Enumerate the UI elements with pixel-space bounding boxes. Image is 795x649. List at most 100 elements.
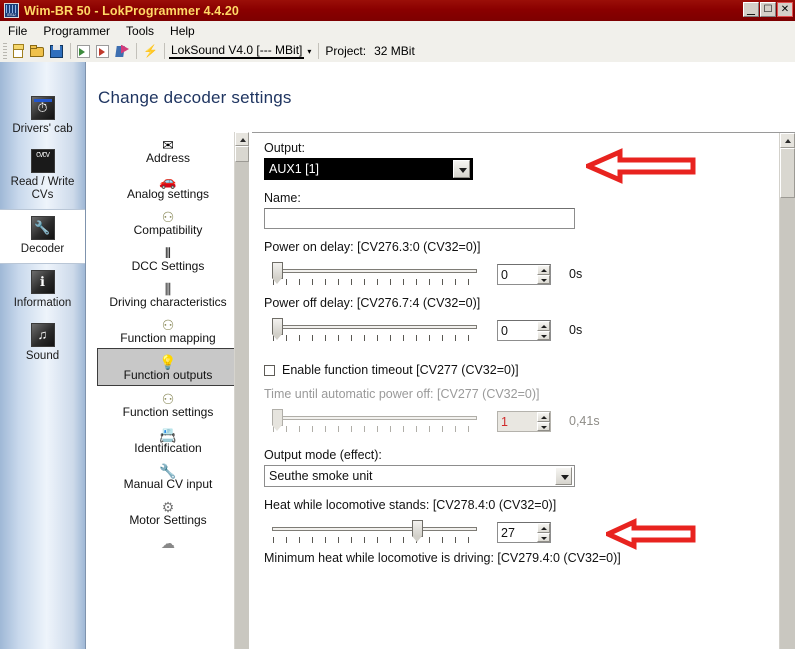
category-scrollbar[interactable] [234,132,249,649]
power-off-delay-spinner[interactable]: 0 [497,320,551,341]
chevron-down-icon[interactable] [555,467,572,485]
open-folder-icon[interactable] [29,43,46,60]
output-mode-combo[interactable]: Seuthe smoke unit [264,465,575,487]
settings-form-panel: Output: AUX1 [1] Name: Power on delay: [… [252,132,795,649]
spinner-down-icon[interactable] [537,330,550,340]
form-scrollbar[interactable] [779,133,795,649]
envelope-glyph: ✉ [162,137,174,153]
category-item-function-mapping[interactable]: ⚇ Function mapping [97,312,239,348]
output-mode-value: Seuthe smoke unit [269,469,373,483]
menu-file[interactable]: File [0,22,35,40]
menu-help[interactable]: Help [162,22,203,40]
minimize-button[interactable]: _ [743,0,759,17]
download-sound-icon[interactable] [114,43,131,60]
category-item-function-settings[interactable]: ⚇ Function settings [97,386,239,422]
sidebar-item-label: Read / Write CVs [10,176,75,201]
form-scroll-track[interactable] [780,198,795,649]
scroll-up-icon[interactable] [780,133,795,148]
spinner-up-icon[interactable] [537,523,550,533]
close-button[interactable]: ✕ [777,2,793,17]
output-label: Output: [264,141,305,155]
spinner-up-icon[interactable] [537,265,550,275]
slider-ticks [273,335,476,341]
decoder-type-label[interactable]: LokSound V4.0 [--- MBit] [169,43,305,59]
sidebar-item-sound[interactable]: ♫ Sound [0,317,85,370]
spinner-down-icon[interactable] [537,532,550,542]
form-scroll-thumb[interactable] [780,148,795,198]
spinner-buttons [537,265,550,284]
power-on-delay-spinner[interactable]: 0 [497,264,551,285]
maximize-button[interactable]: ☐ [760,2,776,17]
lokprogrammer-window: Wim-BR 50 - LokProgrammer 4.4.20 _ ☐ ✕ F… [0,0,795,649]
new-file-icon[interactable] [10,43,27,60]
title-bar: Wim-BR 50 - LokProgrammer 4.4.20 _ ☐ ✕ [0,0,795,21]
heat-stands-label: Heat while locomotive stands: [CV278.4:0… [264,498,557,512]
category-item-manual-cv-input[interactable]: 🔧 Manual CV input [97,458,239,494]
cvs-glyph: CVCV [36,152,50,160]
sidebar-item-read-write-cvs[interactable]: CVCV Read / Write CVs [0,143,85,209]
category-item-smoke[interactable]: ☁ [97,530,239,552]
menu-programmer[interactable]: Programmer [35,22,118,40]
output-combo[interactable]: AUX1 [1] [264,158,473,180]
category-item-motor-settings[interactable]: ⚙ Motor Settings [97,494,239,530]
minimize-icon: _ [747,0,755,15]
category-scroll-thumb[interactable] [235,146,249,162]
scroll-up-icon[interactable] [235,132,249,146]
category-item-dcc-settings[interactable]: ⫴ DCC Settings [97,240,239,276]
switches-hand-icon: ⚇ [99,316,237,334]
window-title: Wim-BR 50 - LokProgrammer 4.4.20 [24,3,239,18]
lightning-bolt-icon[interactable] [142,43,159,60]
category-item-driving-characteristics[interactable]: ⫼ Driving characteristics [97,276,239,312]
note-glyph: ♫ [37,327,48,342]
slider-track[interactable] [272,527,477,531]
category-item-function-outputs[interactable]: 💡 Function outputs [97,348,239,386]
output-mode-label: Output mode (effect): [264,448,382,462]
spinner-down-icon [537,421,550,431]
name-input[interactable] [264,208,575,229]
power-off-delay-row: 0 0s [264,315,769,345]
auto-power-off-label: Time until automatic power off: [CV277 (… [264,387,540,401]
chevron-down-icon[interactable]: ▾ [304,47,314,56]
toolbar-separator [70,43,71,59]
write-decoder-icon[interactable] [95,43,112,60]
slider-thumb[interactable] [272,262,283,284]
sidebar-item-decoder[interactable]: 🔧 Decoder [0,209,85,264]
slider-track[interactable] [272,325,477,329]
lightbulb-glyph: 💡 [159,354,177,370]
power-on-delay-slider[interactable] [272,259,477,289]
toolbar-grip[interactable] [3,43,7,59]
slider-thumb[interactable] [272,318,283,340]
sliders-glyph: ⫼ [164,281,172,297]
function-timeout-checkbox[interactable] [264,364,275,376]
info-glyph: ℹ [40,274,45,289]
menu-tools[interactable]: Tools [118,22,162,40]
function-timeout-row[interactable]: Enable function timeout [CV277 (CV32=0)] [264,363,769,377]
car-icon: 🚗 [99,172,237,190]
close-icon: ✕ [780,4,790,15]
auto-power-off-unit: 0,41s [569,414,600,428]
read-write-cvs-icon: CVCV [30,149,55,173]
slider-track[interactable] [272,269,477,273]
power-off-delay-slider[interactable] [272,315,477,345]
spinner-down-icon[interactable] [537,274,550,284]
chevron-down-icon[interactable] [453,160,470,178]
save-disk-icon[interactable] [48,43,65,60]
category-scroll-track[interactable] [235,162,249,649]
category-item-compatibility[interactable]: ⚇ Compatibility [97,204,239,240]
category-item-analog-settings[interactable]: 🚗 Analog settings [97,168,239,204]
slider-thumb[interactable] [412,520,423,542]
content-area: Change decoder settings ✉ Address 🚗 Anal… [86,62,795,649]
sidebar-item-information[interactable]: ℹ Information [0,264,85,317]
information-icon: ℹ [30,270,55,294]
heat-stands-spinner[interactable]: 27 [497,522,551,543]
heat-stands-slider[interactable] [272,517,477,547]
category-item-address[interactable]: ✉ Address [97,132,239,168]
spinner-up-icon[interactable] [537,321,550,331]
category-item-identification[interactable]: 📇 Identification [97,422,239,458]
dcc-glyph: ⫴ [165,245,171,261]
toolbar-separator-2 [136,43,137,59]
sidebar-item-drivers-cab[interactable]: ⏱ Drivers' cab [0,90,85,143]
read-decoder-icon[interactable] [76,43,93,60]
